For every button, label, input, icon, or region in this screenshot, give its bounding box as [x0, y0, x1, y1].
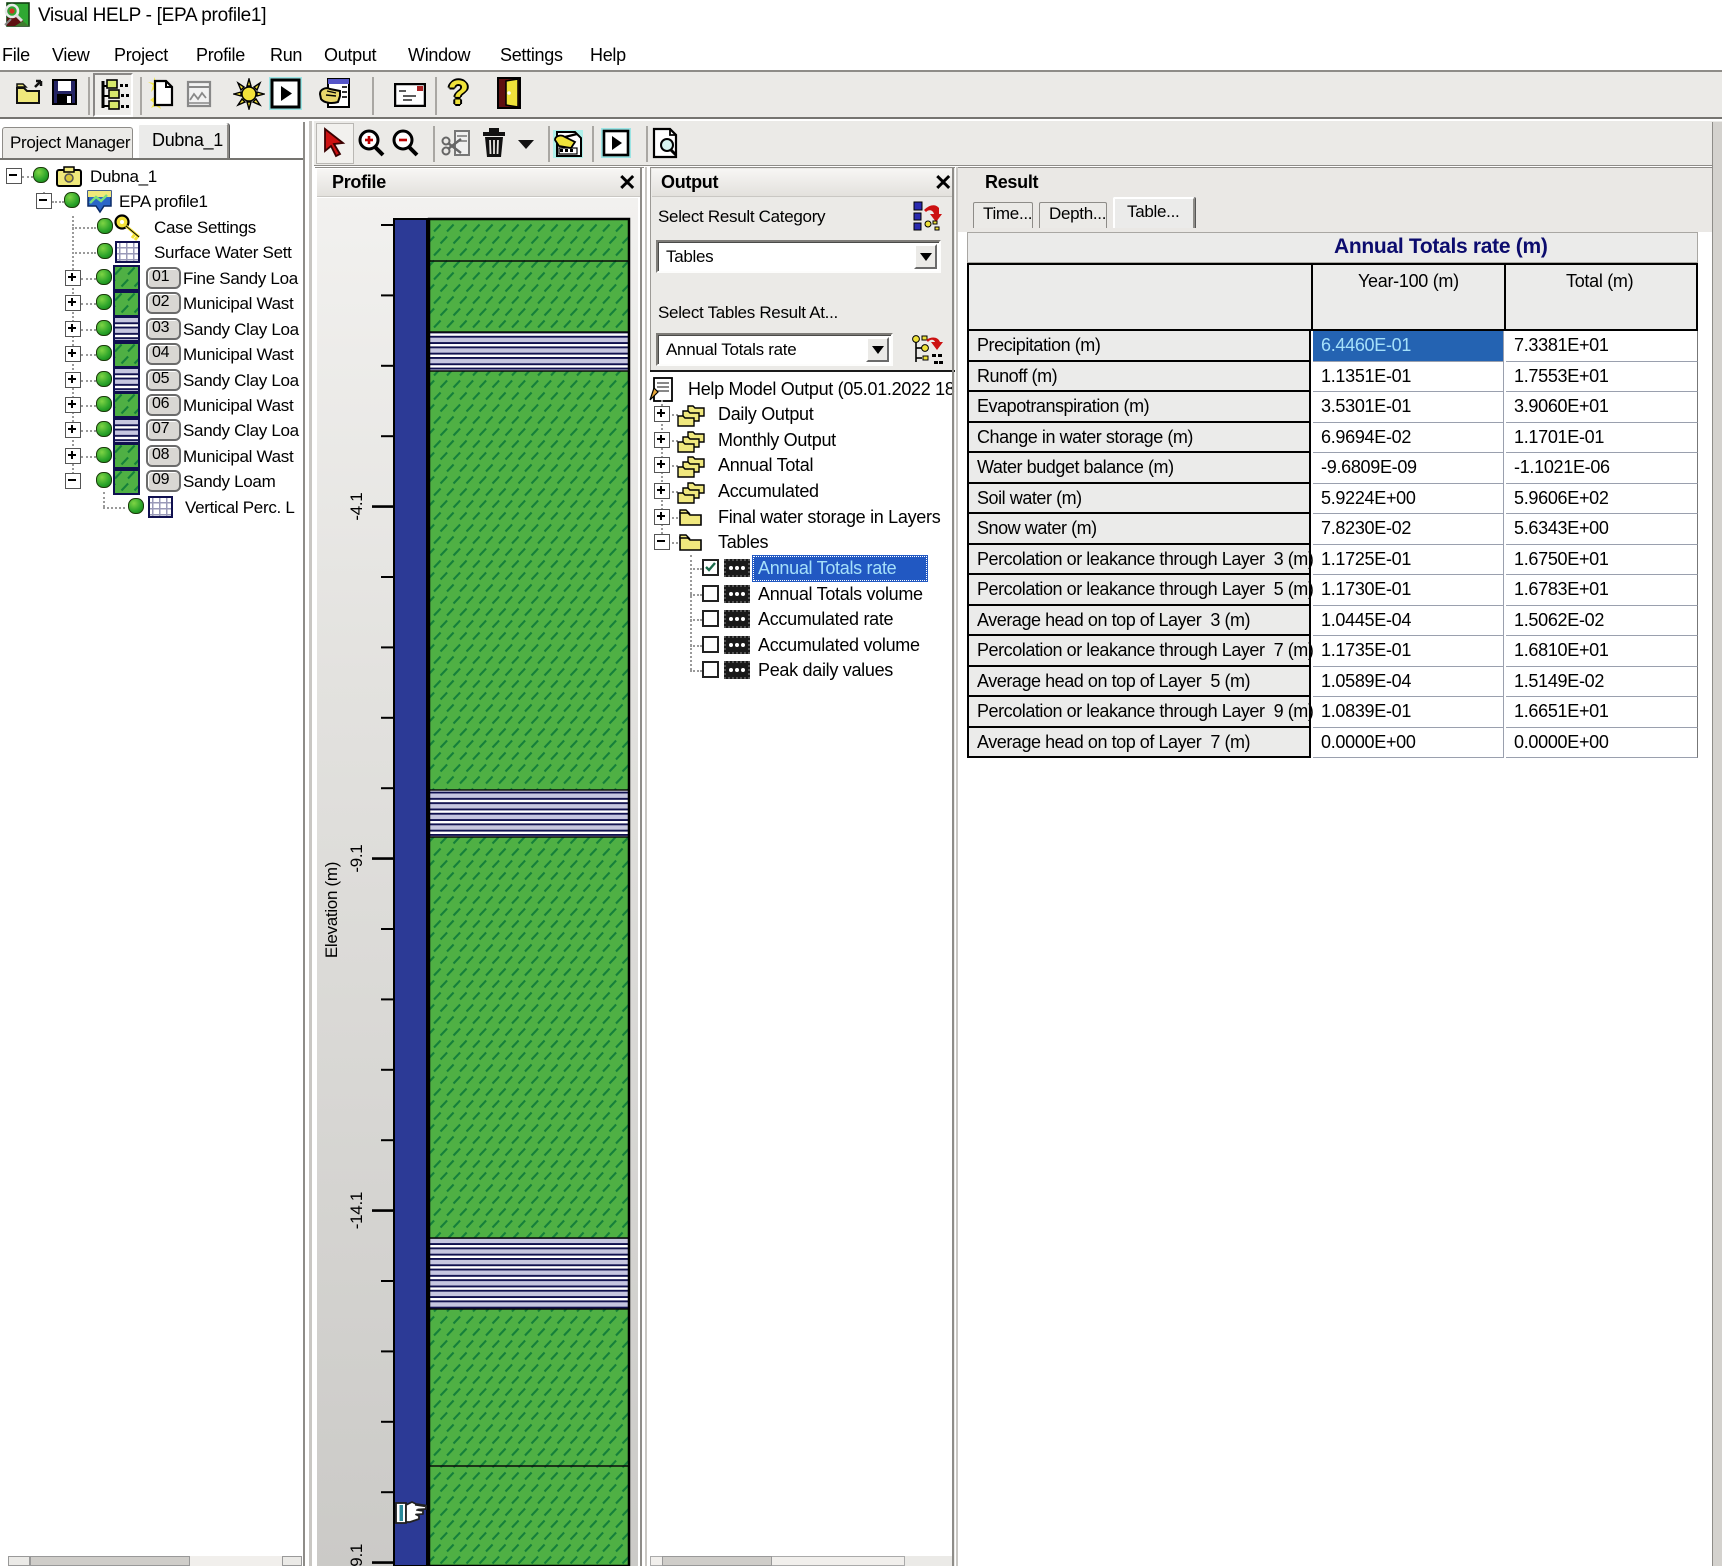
svg-text:-4.1: -4.1 [347, 493, 366, 521]
svg-text:Elevation (m): Elevation (m) [322, 862, 341, 958]
svg-text:-14.1: -14.1 [347, 1192, 366, 1229]
svg-text:-9.1: -9.1 [347, 845, 366, 873]
svg-text:-19.1: -19.1 [347, 1544, 366, 1566]
